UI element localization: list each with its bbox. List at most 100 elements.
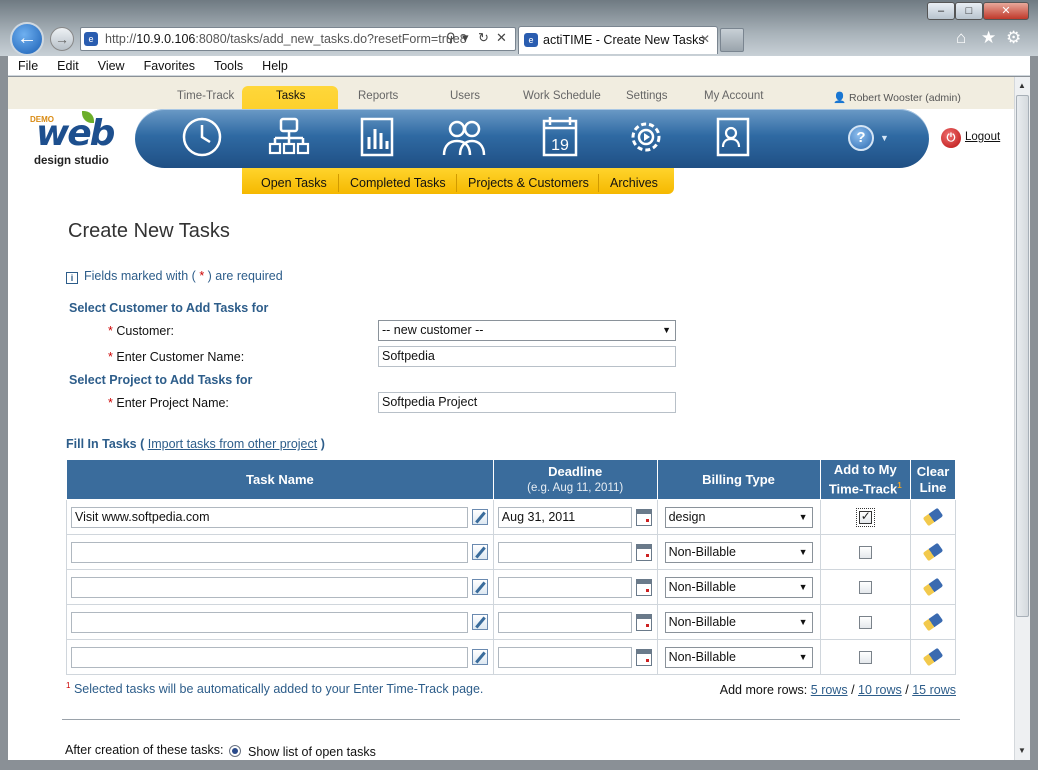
scroll-down-icon[interactable]: ▼: [1018, 746, 1026, 755]
billing-type-select[interactable]: Non-Billable ▼: [664, 646, 813, 668]
scroll-up-icon[interactable]: ▲: [1018, 81, 1026, 90]
calendar-icon[interactable]: [635, 613, 652, 631]
project-name-input[interactable]: Softpedia Project: [378, 392, 676, 413]
add-time-track-checkbox[interactable]: [858, 615, 872, 629]
nav-tasks[interactable]: Tasks: [276, 90, 305, 102]
calendar-icon[interactable]: [635, 648, 652, 666]
subnav-archives[interactable]: Archives: [610, 176, 658, 190]
customer-select-value: -- new customer --: [382, 323, 484, 337]
edit-note-icon[interactable]: [472, 579, 488, 595]
maximize-button[interactable]: □: [955, 2, 983, 20]
import-tasks-link[interactable]: Import tasks from other project: [148, 437, 318, 451]
deadline-input[interactable]: [497, 611, 632, 633]
task-name-input[interactable]: Visit www.softpedia.com: [71, 506, 468, 528]
nav-time-track[interactable]: Time-Track: [177, 90, 234, 102]
edit-note-icon[interactable]: [472, 649, 488, 665]
billing-type-select[interactable]: design ▼: [664, 506, 813, 528]
new-tab-button[interactable]: [720, 28, 744, 52]
scroll-thumb[interactable]: [1016, 95, 1029, 617]
calendar-icon[interactable]: [635, 543, 652, 561]
home-icon[interactable]: ⌂: [956, 28, 966, 48]
eraser-icon[interactable]: [922, 612, 944, 632]
task-name-input[interactable]: [71, 541, 468, 563]
user-label: 👤 Robert Wooster (admin): [833, 92, 961, 104]
settings-gear-icon[interactable]: [624, 115, 668, 159]
nav-my-account[interactable]: My Account: [704, 90, 763, 102]
forward-button[interactable]: →: [50, 27, 74, 51]
nav-users[interactable]: Users: [450, 90, 480, 102]
favorites-star-icon[interactable]: ★: [981, 28, 996, 48]
logout-link[interactable]: Logout: [965, 131, 1000, 143]
dropdown-icon[interactable]: ▾: [462, 30, 469, 46]
customer-label: * Customer:: [108, 324, 174, 338]
add-10-rows-link[interactable]: 10 rows: [858, 683, 902, 697]
menu-view[interactable]: View: [88, 56, 134, 75]
nav-work-schedule[interactable]: Work Schedule: [523, 90, 601, 102]
eraser-icon[interactable]: [922, 542, 944, 562]
nav-reports[interactable]: Reports: [358, 90, 398, 102]
edit-note-icon[interactable]: [472, 614, 488, 630]
add-rows-label: Add more rows:: [719, 683, 808, 697]
stop-icon[interactable]: ✕: [496, 30, 507, 46]
deadline-input[interactable]: [497, 646, 632, 668]
calendar-icon[interactable]: [635, 578, 652, 596]
browser-tab[interactable]: actiTIME - Create New Tasks: [518, 26, 718, 54]
power-icon[interactable]: ⏻: [941, 128, 961, 148]
eraser-icon[interactable]: [922, 507, 944, 527]
chevron-down-icon: ▼: [798, 511, 808, 522]
task-name-input[interactable]: [71, 576, 468, 598]
menu-help[interactable]: Help: [252, 56, 297, 75]
eraser-icon[interactable]: [922, 577, 944, 597]
vertical-scrollbar[interactable]: ▲ ▼: [1014, 77, 1030, 760]
subnav-open-tasks[interactable]: Open Tasks: [261, 176, 327, 190]
deadline-input[interactable]: Aug 31, 2011: [497, 506, 632, 528]
deadline-input[interactable]: [497, 576, 632, 598]
billing-type-select[interactable]: Non-Billable ▼: [664, 576, 813, 598]
menu-favorites[interactable]: Favorites: [134, 56, 204, 75]
add-time-track-checkbox[interactable]: [858, 509, 872, 524]
url-host: 10.9.0.106: [136, 32, 196, 46]
show-list-radio[interactable]: [229, 745, 241, 757]
nav-settings[interactable]: Settings: [626, 90, 668, 102]
menu-tools[interactable]: Tools: [204, 56, 252, 75]
menu-file[interactable]: File: [8, 56, 47, 75]
help-dropdown-icon[interactable]: ▼: [880, 133, 889, 143]
add-15-rows-link[interactable]: 15 rows: [912, 683, 956, 697]
edit-note-icon[interactable]: [472, 509, 488, 525]
reports-chart-icon[interactable]: [356, 115, 400, 159]
gear-icon[interactable]: ⚙: [1006, 28, 1021, 48]
billing-type-select[interactable]: Non-Billable ▼: [664, 541, 813, 563]
billing-type-value: design: [668, 509, 706, 524]
billing-type-select[interactable]: Non-Billable ▼: [664, 611, 813, 633]
show-list-label[interactable]: Show list of open tasks: [248, 745, 376, 759]
edit-note-icon[interactable]: [472, 544, 488, 560]
customer-name-input[interactable]: Softpedia: [378, 346, 676, 367]
subnav-projects-customers[interactable]: Projects & Customers: [468, 176, 589, 190]
refresh-icon[interactable]: ↻: [478, 30, 489, 46]
subnav-completed-tasks[interactable]: Completed Tasks: [350, 176, 446, 190]
add-time-track-checkbox[interactable]: [858, 580, 872, 594]
minimize-button[interactable]: –: [927, 2, 955, 20]
users-icon[interactable]: [442, 115, 486, 159]
add-time-track-checkbox[interactable]: [858, 545, 872, 559]
search-icon[interactable]: ⚲: [446, 30, 456, 46]
calendar-icon[interactable]: 19: [538, 115, 582, 159]
back-button[interactable]: ←: [10, 22, 44, 56]
clock-icon[interactable]: [180, 115, 224, 159]
close-window-button[interactable]: ✕: [983, 2, 1029, 20]
deadline-input[interactable]: [497, 541, 632, 563]
org-chart-icon[interactable]: [267, 115, 311, 159]
account-card-icon[interactable]: [711, 115, 755, 159]
help-icon[interactable]: ?: [848, 125, 874, 151]
subnav-divider: [456, 174, 457, 192]
menu-edit[interactable]: Edit: [47, 56, 88, 75]
task-name-input[interactable]: [71, 646, 468, 668]
customer-select[interactable]: -- new customer -- ▼: [378, 320, 676, 341]
add-time-track-checkbox[interactable]: [858, 650, 872, 664]
tasks-table: Task Name Deadline (e.g. Aug 11, 2011) Bi…: [66, 459, 956, 675]
add-5-rows-link[interactable]: 5 rows: [811, 683, 848, 697]
task-name-input[interactable]: [71, 611, 468, 633]
calendar-icon[interactable]: [635, 508, 652, 526]
tab-close-icon[interactable]: ✕: [700, 32, 710, 46]
eraser-icon[interactable]: [922, 647, 944, 667]
